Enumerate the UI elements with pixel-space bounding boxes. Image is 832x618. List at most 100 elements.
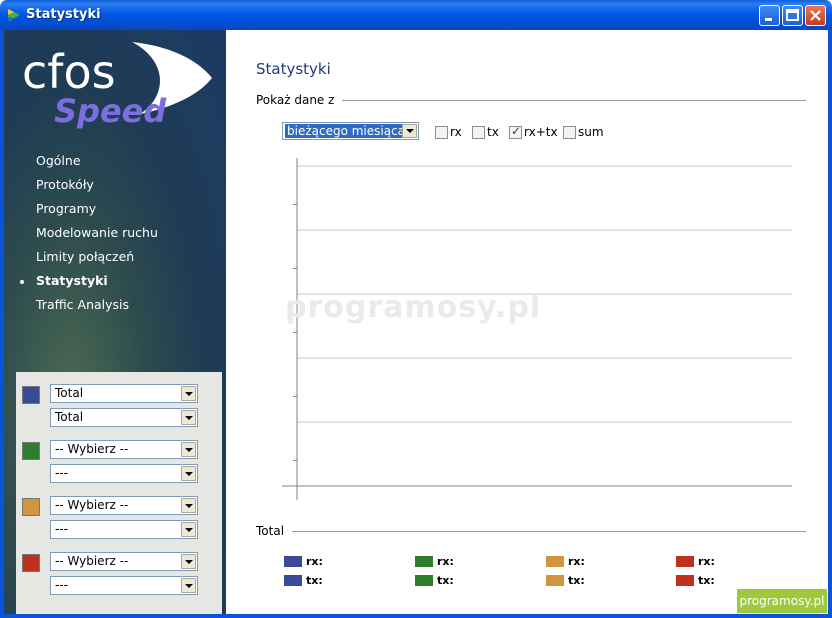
title-bar[interactable]: Statystyki [0, 0, 832, 30]
sidebar-item-programy[interactable]: Programy [4, 200, 226, 224]
legend-label: rx: [568, 554, 585, 568]
legend: rx: tx: rx: tx: rx: tx: rx: tx: [284, 554, 824, 590]
chevron-down-icon[interactable] [181, 554, 196, 569]
legend-swatch [546, 574, 564, 586]
sidebar-item-traffic-analysis[interactable]: Traffic Analysis [4, 296, 226, 320]
legend-swatch [676, 574, 694, 586]
legend-label: tx: [306, 573, 323, 587]
chevron-down-icon[interactable] [402, 124, 417, 138]
select-value: --- [55, 578, 68, 592]
page-title: Statystyki [256, 60, 331, 78]
legend-label: tx: [568, 573, 585, 587]
sidebar-item-modelowanie-ruchu[interactable]: Modelowanie ruchu [4, 224, 226, 248]
legend-swatch [676, 555, 694, 567]
legend-tx-2: tx: [415, 573, 454, 587]
sidebar-nav: Ogólne Protokóły Programy Modelowanie ru… [4, 152, 226, 320]
legend-tx-4: tx: [676, 573, 715, 587]
checkbox-label: sum [578, 125, 604, 139]
series-secondary-select[interactable]: --- [50, 520, 198, 539]
checkbox-label: tx [487, 125, 499, 139]
sidebar-item-label: Protokóły [36, 177, 94, 192]
legend-label: tx: [698, 573, 715, 587]
legend-swatch [415, 555, 433, 567]
chevron-down-icon[interactable] [181, 410, 196, 425]
traffic-chart [282, 158, 792, 500]
checkbox-box[interactable] [472, 125, 485, 139]
legend-label: rx: [698, 554, 715, 568]
checkbox-box[interactable] [563, 125, 576, 139]
chevron-down-icon[interactable] [181, 522, 196, 537]
cfos-speed-logo: cfos Speed [22, 42, 212, 130]
checkbox-box[interactable] [509, 124, 522, 139]
select-value: --- [55, 466, 68, 480]
select-value: -- Wybierz -- [55, 498, 129, 512]
close-button[interactable] [805, 5, 826, 26]
series-selector-4: -- Wybierz -- --- [16, 550, 222, 602]
series-selector-3: -- Wybierz -- --- [16, 494, 222, 546]
chevron-down-icon[interactable] [181, 578, 196, 593]
series-primary-select[interactable]: Total [50, 384, 198, 403]
sidebar-item-statystyki[interactable]: Statystyki [4, 272, 226, 296]
series-color-swatch[interactable] [22, 554, 40, 572]
sidebar-item-label: Traffic Analysis [36, 297, 130, 312]
window-title: Statystyki [26, 7, 101, 22]
series-color-swatch[interactable] [22, 442, 40, 460]
select-value: -- Wybierz -- [55, 554, 129, 568]
total-divider [256, 531, 806, 532]
legend-swatch [415, 574, 433, 586]
series-secondary-select[interactable]: Total [50, 408, 198, 427]
maximize-button[interactable] [782, 5, 803, 26]
series-selector-1: Total Total [16, 382, 222, 434]
legend-label: rx: [437, 554, 454, 568]
sidebar-item-limity-polaczen[interactable]: Limity połączeń [4, 248, 226, 272]
logo-speed: Speed [54, 92, 167, 130]
legend-swatch [284, 574, 302, 586]
checkbox-rx[interactable]: rx [435, 125, 462, 139]
sidebar-item-ogolne[interactable]: Ogólne [4, 152, 226, 176]
checkbox-label: rx+tx [524, 125, 558, 139]
sidebar-item-label: Modelowanie ruchu [36, 225, 158, 240]
legend-label: rx: [306, 554, 323, 568]
chevron-down-icon[interactable] [181, 466, 196, 481]
window-frame-right [828, 30, 832, 618]
checkbox-tx[interactable]: tx [472, 125, 499, 139]
series-color-swatch[interactable] [22, 498, 40, 516]
minimize-button[interactable] [759, 5, 780, 26]
checkbox-box[interactable] [435, 125, 448, 139]
watermark: programosy.pl [285, 290, 542, 325]
legend-rx-2: rx: [415, 554, 454, 568]
series-color-swatch[interactable] [22, 386, 40, 404]
sidebar-item-protokoly[interactable]: Protokóły [4, 176, 226, 200]
series-primary-select[interactable]: -- Wybierz -- [50, 552, 198, 571]
source-badge[interactable]: programosy.pl [737, 589, 827, 613]
chevron-down-icon[interactable] [181, 498, 196, 513]
total-label: Total [256, 524, 293, 538]
sidebar: cfos Speed Ogólne Protokóły Programy Mod… [4, 30, 226, 614]
sidebar-item-label: Statystyki [36, 273, 108, 288]
legend-tx-1: tx: [284, 573, 323, 587]
checkbox-sum[interactable]: sum [563, 125, 604, 139]
series-secondary-select[interactable]: --- [50, 576, 198, 595]
legend-rx-1: rx: [284, 554, 323, 568]
select-value: Total [55, 410, 84, 424]
series-primary-select[interactable]: -- Wybierz -- [50, 496, 198, 515]
chevron-down-icon[interactable] [181, 442, 196, 457]
select-value: -- Wybierz -- [55, 442, 129, 456]
select-value: Total [55, 386, 84, 400]
sidebar-item-label: Ogólne [36, 153, 81, 168]
series-selector-2: -- Wybierz -- --- [16, 438, 222, 490]
legend-label: tx: [437, 573, 454, 587]
minimize-icon [765, 18, 772, 21]
chevron-down-icon[interactable] [181, 386, 196, 401]
maximize-icon [786, 9, 799, 21]
active-bullet-icon [20, 280, 24, 284]
window-frame-bottom [0, 614, 832, 618]
show-data-label: Pokaż dane z [256, 93, 343, 107]
legend-tx-3: tx: [546, 573, 585, 587]
series-primary-select[interactable]: -- Wybierz -- [50, 440, 198, 459]
checkbox-rx-tx[interactable]: rx+tx [509, 124, 558, 139]
legend-swatch [546, 555, 564, 567]
period-select[interactable]: bieżącego miesiąca [282, 122, 419, 140]
sidebar-item-label: Limity połączeń [36, 249, 135, 264]
series-secondary-select[interactable]: --- [50, 464, 198, 483]
